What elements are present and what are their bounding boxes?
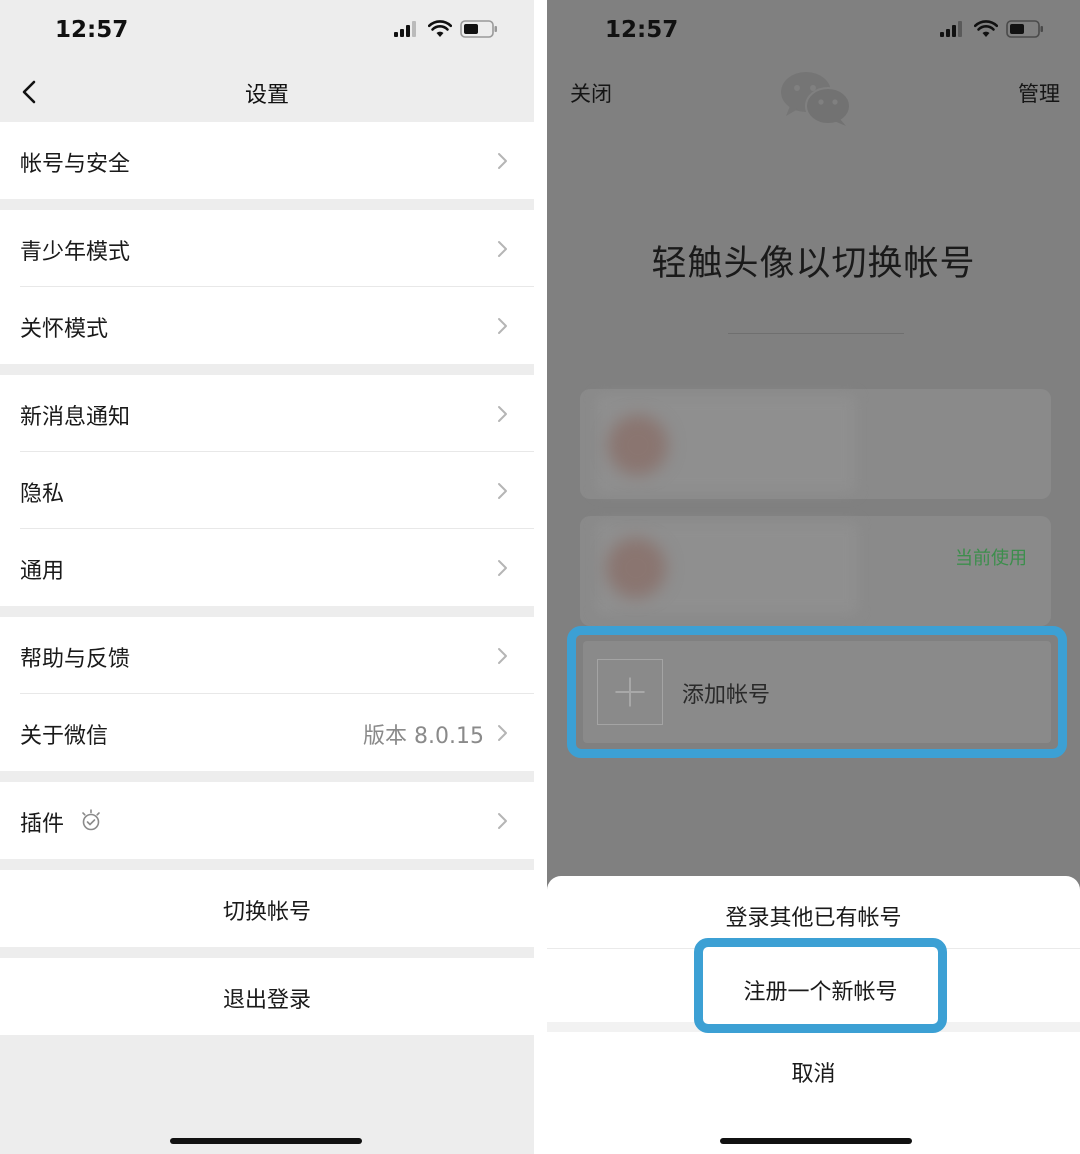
status-time: 12:57 — [605, 17, 679, 43]
page-title: 设置 — [244, 83, 289, 108]
chevron-right-icon — [498, 318, 507, 334]
settings-item-label: 关怀模式 — [20, 317, 109, 342]
switch-heading: 轻触头像以切换帐号 — [651, 244, 976, 284]
switch-account-button[interactable]: 切换帐号 — [0, 870, 534, 947]
settings-item-account-security[interactable]: 帐号与安全 — [0, 122, 534, 199]
settings-item-label: 隐私 — [20, 482, 65, 507]
cancel-option[interactable]: 取消 — [547, 1056, 1080, 1088]
status-icons — [940, 20, 1044, 38]
avatar — [608, 415, 668, 475]
wifi-icon — [428, 20, 452, 37]
current-account-tag: 当前使用 — [955, 548, 1027, 569]
close-button[interactable]: 关闭 — [570, 78, 612, 108]
home-indicator — [170, 1138, 362, 1144]
chevron-right-icon — [498, 725, 507, 741]
status-bar: 12:57 — [0, 0, 534, 62]
register-new-account-option[interactable]: 注册一个新帐号 — [703, 974, 938, 1006]
settings-item-label: 帮助与反馈 — [20, 647, 131, 672]
chevron-right-icon — [498, 483, 507, 499]
add-account-label: 添加帐号 — [682, 683, 771, 708]
divider — [728, 333, 904, 334]
action-sheet: 登录其他已有帐号 注册一个新帐号 取消 — [547, 876, 1080, 1154]
add-account-button[interactable]: 添加帐号 — [583, 641, 1051, 743]
settings-item-about[interactable]: 关于微信 版本 8.0.15 — [0, 694, 534, 771]
add-account-highlight[interactable]: 添加帐号 — [567, 626, 1067, 758]
switch-account-screen: 12:57 关闭 管理 轻触头像以切换帐号 当前使用 添加帐号 登录其他已有帐号… — [547, 0, 1080, 1154]
chevron-right-icon — [498, 648, 507, 664]
settings-item-general[interactable]: 通用 — [0, 529, 534, 606]
settings-item-label: 帐号与安全 — [20, 152, 131, 177]
wifi-icon — [974, 20, 998, 37]
settings-item-notifications[interactable]: 新消息通知 — [0, 375, 534, 452]
logout-label: 退出登录 — [222, 988, 311, 1013]
chevron-right-icon — [498, 813, 507, 829]
account-card[interactable] — [580, 389, 1051, 499]
chevron-right-icon — [498, 406, 507, 422]
manage-button[interactable]: 管理 — [1018, 78, 1060, 108]
status-time: 12:57 — [55, 17, 129, 43]
status-bar: 12:57 — [547, 0, 1080, 62]
register-new-account-highlight[interactable]: 注册一个新帐号 — [694, 938, 947, 1033]
plugin-bulb-icon — [82, 809, 100, 831]
battery-icon — [460, 20, 497, 38]
settings-item-label: 通用 — [20, 559, 65, 584]
settings-item-plugins[interactable]: 插件 — [0, 782, 534, 859]
status-icons — [394, 20, 498, 38]
version-value: 版本 8.0.15 — [363, 724, 484, 749]
chevron-right-icon — [498, 560, 507, 576]
plus-icon — [597, 659, 663, 725]
settings-screen: 12:57 设置 帐号与安全 青少年模式 关怀模式 新消息通知 隐私 通用 帮助… — [0, 0, 534, 1154]
settings-item-care-mode[interactable]: 关怀模式 — [0, 287, 534, 364]
settings-item-label: 新消息通知 — [20, 405, 131, 430]
account-card-current[interactable]: 当前使用 — [580, 516, 1051, 626]
settings-item-help-feedback[interactable]: 帮助与反馈 — [0, 617, 534, 694]
home-indicator — [720, 1138, 912, 1144]
settings-item-label: 关于微信 — [20, 724, 109, 749]
battery-icon — [1006, 20, 1043, 38]
nav-bar: 设置 — [0, 62, 534, 122]
settings-item-privacy[interactable]: 隐私 — [0, 452, 534, 529]
avatar — [606, 538, 666, 598]
wechat-logo-icon — [781, 72, 851, 126]
logout-button[interactable]: 退出登录 — [0, 958, 534, 1035]
signal-icon — [394, 21, 416, 37]
chevron-right-icon — [498, 241, 507, 257]
switch-account-label: 切换帐号 — [222, 900, 311, 925]
settings-item-label: 插件 — [20, 812, 65, 837]
chevron-right-icon — [498, 153, 507, 169]
settings-item-label: 青少年模式 — [20, 240, 131, 265]
settings-item-youth-mode[interactable]: 青少年模式 — [0, 210, 534, 287]
login-other-account-option[interactable]: 登录其他已有帐号 — [547, 900, 1080, 932]
signal-icon — [940, 21, 962, 37]
